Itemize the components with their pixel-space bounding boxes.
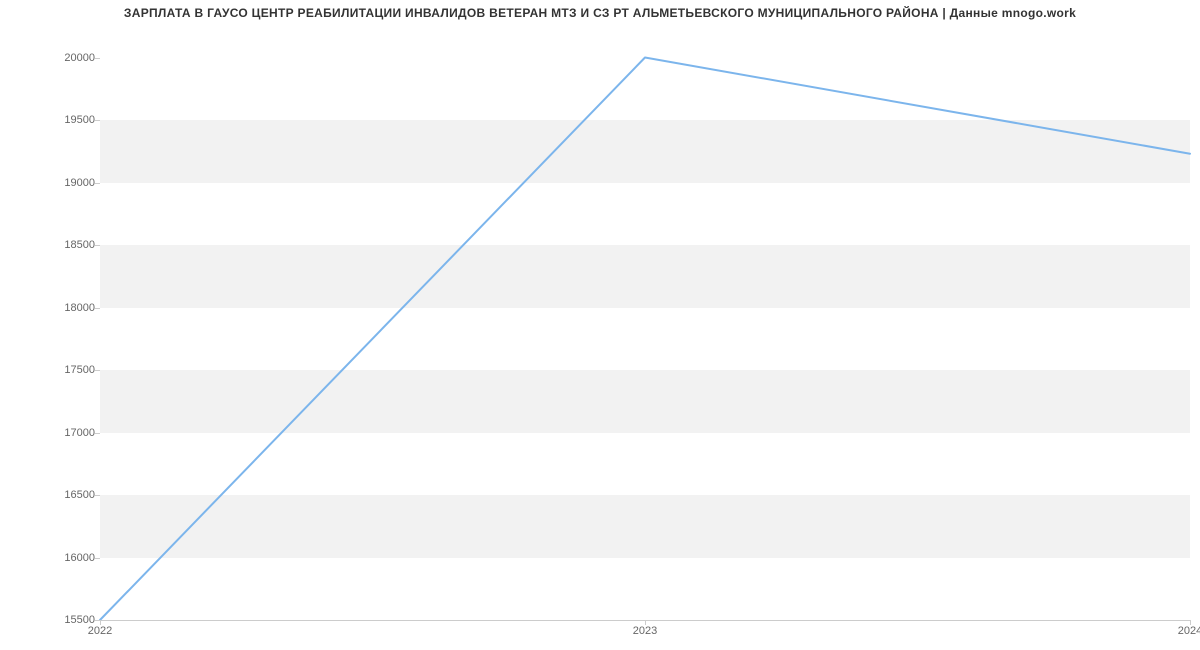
- y-tick-label: 19500: [5, 114, 95, 126]
- plot-area: [100, 45, 1190, 620]
- y-tick-mark: [95, 433, 100, 434]
- y-tick-label: 15500: [5, 614, 95, 626]
- series-line: [100, 58, 1190, 621]
- y-tick-mark: [95, 558, 100, 559]
- y-tick-label: 19000: [5, 177, 95, 189]
- x-tick-label: 2023: [633, 625, 657, 637]
- line-layer: [100, 45, 1190, 620]
- x-tick-label: 2022: [88, 625, 112, 637]
- y-tick-mark: [95, 308, 100, 309]
- y-tick-mark: [95, 370, 100, 371]
- x-tick-mark: [645, 620, 646, 625]
- y-tick-mark: [95, 58, 100, 59]
- x-tick-mark: [1190, 620, 1191, 625]
- y-tick-label: 20000: [5, 52, 95, 64]
- y-tick-mark: [95, 245, 100, 246]
- y-tick-label: 18500: [5, 239, 95, 251]
- y-tick-label: 17000: [5, 427, 95, 439]
- y-tick-mark: [95, 495, 100, 496]
- x-tick-mark: [100, 620, 101, 625]
- y-tick-mark: [95, 183, 100, 184]
- chart-title: ЗАРПЛАТА В ГАУСО ЦЕНТР РЕАБИЛИТАЦИИ ИНВА…: [0, 6, 1200, 20]
- y-tick-label: 16500: [5, 489, 95, 501]
- salary-line-chart: ЗАРПЛАТА В ГАУСО ЦЕНТР РЕАБИЛИТАЦИИ ИНВА…: [0, 0, 1200, 650]
- y-tick-mark: [95, 120, 100, 121]
- x-tick-label: 2024: [1178, 625, 1200, 637]
- y-tick-label: 17500: [5, 364, 95, 376]
- y-tick-label: 18000: [5, 302, 95, 314]
- y-tick-label: 16000: [5, 552, 95, 564]
